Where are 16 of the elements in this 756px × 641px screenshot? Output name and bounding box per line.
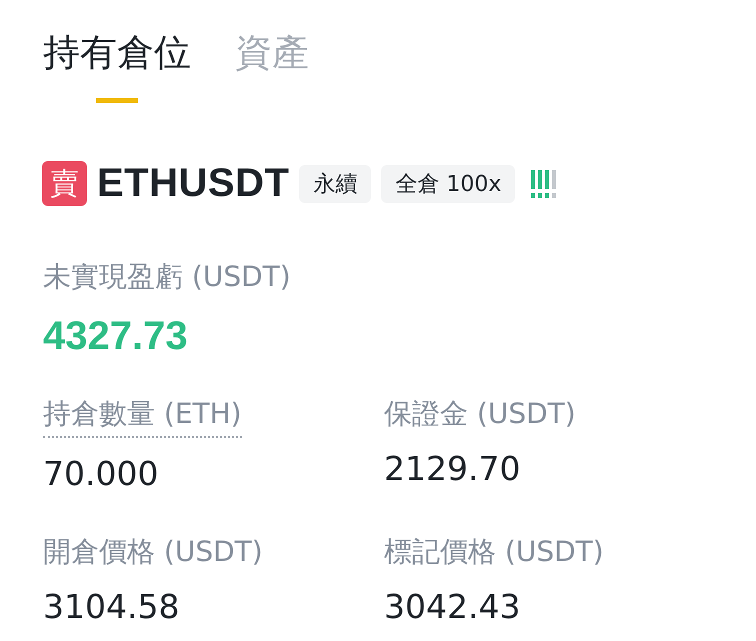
field-value: 3042.43: [384, 587, 520, 626]
unrealized-pnl-value: 4327.73: [43, 314, 189, 359]
field-label: 開倉價格 (USDT): [43, 534, 263, 570]
tag: 全倉 100x: [381, 164, 516, 202]
unrealized-pnl-label: 未實現盈虧 (USDT): [43, 259, 291, 295]
tab[interactable]: 資產: [235, 28, 309, 103]
field-label[interactable]: 持倉數量 (ETH): [43, 395, 242, 438]
tab[interactable]: 持有倉位: [43, 28, 191, 103]
symbol: ETHUSDT: [97, 161, 290, 206]
sell-badge: 賣: [42, 161, 87, 206]
field-value: 3104.58: [43, 587, 180, 626]
field-value: 70.000: [43, 454, 158, 493]
field-value: 2129.70: [384, 449, 520, 488]
tag: 永續: [299, 164, 372, 202]
field-label: 保證金 (USDT): [384, 396, 576, 432]
field-label: 標記價格 (USDT): [384, 534, 604, 570]
